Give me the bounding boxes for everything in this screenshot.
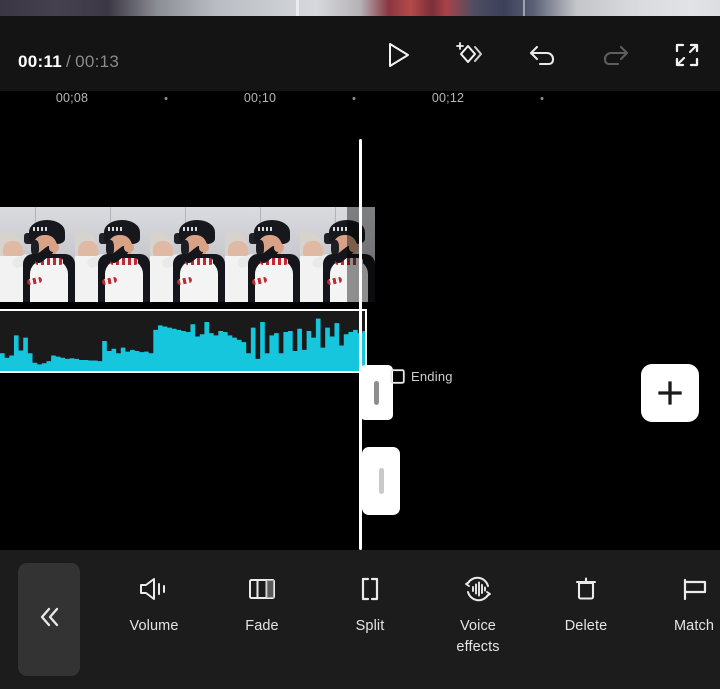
toolbar-item-split[interactable]: Split (316, 566, 424, 637)
add-clip-button[interactable] (641, 364, 699, 422)
trim-grip (378, 468, 384, 494)
play-icon[interactable] (382, 38, 416, 72)
toolbar-item-label: Split (355, 618, 385, 634)
bottom-toolbar: Volume Fade Split Voice effects Delete Match (0, 550, 720, 689)
redo-icon (598, 38, 632, 72)
ending-marker[interactable]: Ending (390, 369, 453, 384)
main-video-track[interactable] (0, 207, 375, 302)
trim-grip (374, 380, 379, 405)
voice-effects-icon (461, 566, 495, 612)
video-thumbnail (225, 207, 300, 302)
video-trim-handle-right[interactable] (360, 365, 393, 420)
time-separator: / (66, 52, 72, 71)
match-icon (678, 566, 710, 612)
fade-icon (246, 566, 278, 612)
toolbar-item-label: Fade (245, 618, 279, 634)
toolbar-item-label: Volume (129, 618, 179, 634)
total-time: 00:13 (75, 52, 120, 71)
timecode-display: 00:11/00:13 (18, 52, 119, 72)
ruler-tick-dot (352, 97, 356, 100)
playhead[interactable] (359, 139, 362, 550)
video-thumbnail (150, 207, 225, 302)
toolbar-item-volume[interactable]: Volume (100, 566, 208, 637)
video-preview-strip (0, 0, 720, 16)
toolbar-item-voice-effects[interactable]: Voice effects (424, 566, 532, 658)
ending-label-text: Ending (411, 369, 453, 384)
toolbar-item-label: Delete (564, 618, 608, 634)
toolbar-tool-list: Volume Fade Split Voice effects Delete Match (100, 566, 720, 686)
player-controls (382, 38, 704, 72)
ruler-tick-label: 00;08 (55, 91, 89, 105)
toolbar-item-fade[interactable]: Fade (208, 566, 316, 637)
delete-icon (571, 566, 601, 612)
add-keyframe-icon[interactable] (454, 38, 488, 72)
player-control-bar: 00:11/00:13 (0, 16, 720, 91)
audio-clip[interactable] (0, 309, 367, 373)
timeline-ruler[interactable]: 00;08 00;10 00;12 (0, 91, 720, 137)
ruler-tick-dot (164, 97, 168, 100)
volume-icon (137, 566, 171, 612)
undo-icon[interactable] (526, 38, 560, 72)
capcut-editor-screen: 00:11/00:13 00;08 00;10 00;12 Ending Vol… (0, 0, 720, 689)
ending-clip-icon (390, 369, 405, 384)
collapse-toolbar-button[interactable] (18, 563, 80, 676)
split-icon (354, 566, 386, 612)
toolbar-item-match[interactable]: Match (640, 566, 720, 637)
chevron-double-left-icon (34, 602, 64, 637)
ruler-tick-dot (540, 97, 544, 100)
timeline-area[interactable]: Ending (0, 137, 720, 550)
fullscreen-icon[interactable] (670, 38, 704, 72)
ruler-tick-label: 00;10 (243, 91, 277, 105)
toolbar-item-label: Voice effects (456, 618, 500, 655)
video-thumbnail (75, 207, 150, 302)
video-thumbnail (0, 207, 75, 302)
audio-trim-handle-right[interactable] (362, 447, 400, 515)
toolbar-item-delete[interactable]: Delete (532, 566, 640, 637)
toolbar-item-label: Match (674, 618, 714, 634)
current-time: 00:11 (18, 52, 63, 71)
ruler-tick-label: 00;12 (431, 91, 465, 105)
